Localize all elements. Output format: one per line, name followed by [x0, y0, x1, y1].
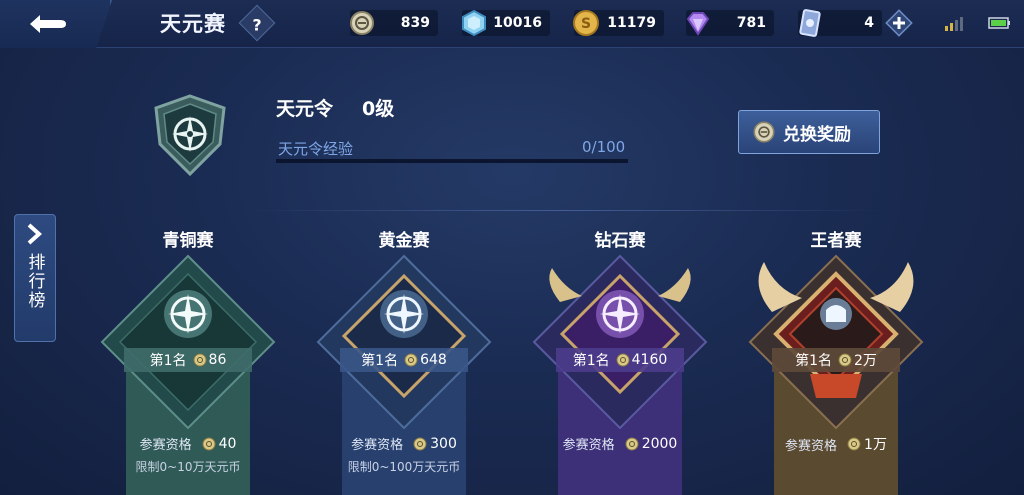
currency-gold: S 11179 — [573, 10, 664, 36]
help-icon: ? — [252, 14, 262, 34]
rank-text: 第1名 — [361, 353, 399, 369]
entry-cost-value: 1万 — [864, 437, 887, 453]
tier-name: 王者赛 — [810, 231, 862, 251]
ticket-card-icon — [799, 9, 821, 37]
svg-text:S: S — [581, 16, 591, 32]
battery-icon — [988, 17, 1010, 29]
tier-limit: 限制0~10万天元币 — [135, 460, 241, 474]
redeem-rewards-button[interactable]: 兑换奖励 — [738, 110, 880, 154]
rank-reward-value: 4160 — [631, 352, 668, 368]
tianyuan-coin-icon — [847, 437, 861, 451]
tier-entry-row: 参赛资格 40 — [98, 434, 278, 454]
back-arrow-icon — [30, 15, 66, 33]
rank-text: 第1名 — [795, 353, 832, 369]
currency-value: 4 — [864, 15, 874, 31]
tianyuan-coin-icon — [350, 11, 374, 35]
entry-cost: 1万 — [847, 434, 887, 454]
diamond-badge-icon — [532, 254, 708, 495]
ranking-label: 排行榜 — [24, 253, 45, 310]
pass-title: 天元令 — [276, 98, 334, 120]
entry-cost: 300 — [413, 436, 457, 452]
help-button[interactable]: ? — [238, 4, 276, 42]
tianyuan-pass-emblem — [154, 94, 226, 177]
tianyuan-coin-icon — [193, 353, 207, 367]
crystal-icon — [462, 9, 486, 37]
entry-label: 参赛资格 — [562, 438, 615, 453]
currency-value: 11179 — [607, 15, 656, 31]
tier-entry-row: 参赛资格 1万 — [746, 434, 926, 454]
entry-cost: 2000 — [625, 435, 678, 452]
tianyuan-coin-icon — [202, 437, 216, 450]
exp-value: 0/100 — [582, 138, 626, 156]
tier-rank-row: 第1名 2万 — [772, 348, 900, 372]
tianyuan-coin-icon — [838, 353, 852, 367]
tier-bronze[interactable]: 青铜赛 第1名 86 参赛资格 40 限制0~10万天元币 — [98, 222, 278, 495]
diamond-icon — [686, 12, 710, 36]
back-button[interactable] — [0, 0, 112, 48]
entry-label: 参赛资格 — [785, 438, 838, 454]
tier-limit: 限制0~100万天元币 — [347, 460, 461, 474]
rank-reward: 648 — [404, 352, 447, 368]
divider — [246, 210, 886, 211]
currency-diamond: 781 — [686, 10, 774, 36]
tier-name: 钻石赛 — [594, 231, 646, 251]
top-bar: 天元赛 ? 839 10016 S 11179 781 4 — [0, 0, 1024, 48]
gold-coin-icon: S — [573, 10, 599, 36]
tianyuan-coin-icon — [404, 353, 418, 367]
rank-text: 第1名 — [149, 353, 187, 369]
ranking-tab[interactable]: 排行榜 — [14, 214, 56, 342]
entry-label: 参赛资格 — [139, 438, 192, 453]
redeem-label: 兑换奖励 — [783, 124, 851, 145]
rank-reward: 86 — [193, 352, 227, 368]
entry-cost-value: 300 — [430, 435, 457, 452]
tier-entry-row: 参赛资格 2000 — [530, 434, 710, 454]
rank-reward-value: 86 — [208, 352, 227, 368]
tier-rank-row: 第1名 86 — [124, 348, 252, 372]
exp-label: 天元令经验 — [278, 140, 354, 158]
chevron-right-icon — [27, 223, 42, 245]
exp-progress-bar — [276, 159, 628, 163]
tianyuan-coin-icon — [625, 437, 639, 450]
rank-text: 第1名 — [572, 353, 610, 369]
page-title: 天元赛 — [160, 12, 226, 36]
tianyuan-coin-icon — [753, 121, 775, 143]
tier-gold[interactable]: 黄金赛 第1名 648 参赛资格 300 限制0~100万天元币 — [314, 222, 494, 495]
rank-reward: 4160 — [616, 352, 668, 368]
tier-name: 黄金赛 — [378, 231, 430, 251]
signal-icon — [945, 17, 963, 31]
tier-entry-row: 参赛资格 300 — [314, 434, 494, 454]
currency-value: 10016 — [493, 15, 542, 31]
rank-reward-value: 2万 — [854, 353, 877, 369]
rank-reward-value: 648 — [420, 352, 447, 368]
entry-cost-value: 40 — [218, 435, 237, 452]
add-ticket-button[interactable] — [884, 8, 914, 38]
currency-ticket: 4 — [798, 9, 882, 37]
currency-tianyuan: 839 — [350, 10, 438, 36]
tier-rank-row: 第1名 4160 — [556, 348, 684, 372]
currency-value: 781 — [736, 15, 766, 31]
tier-king[interactable]: 王者赛 第1名 2万 参赛资格 1万 — [746, 222, 926, 495]
tier-name: 青铜赛 — [162, 231, 214, 251]
entry-cost-value: 2000 — [641, 435, 678, 452]
tianyuan-coin-icon — [616, 353, 630, 367]
king-badge-icon — [748, 254, 924, 495]
entry-label: 参赛资格 — [351, 438, 404, 453]
entry-cost: 40 — [202, 435, 237, 452]
tier-diamond[interactable]: 钻石赛 第1名 4160 参赛资格 2000 — [530, 222, 710, 495]
currency-crystal: 10016 — [462, 9, 550, 37]
currency-value: 839 — [400, 15, 430, 31]
tier-rank-row: 第1名 648 — [340, 348, 468, 372]
tianyuan-coin-icon — [413, 437, 427, 450]
rank-reward: 2万 — [838, 350, 877, 370]
pass-level: 0级 — [362, 98, 395, 120]
